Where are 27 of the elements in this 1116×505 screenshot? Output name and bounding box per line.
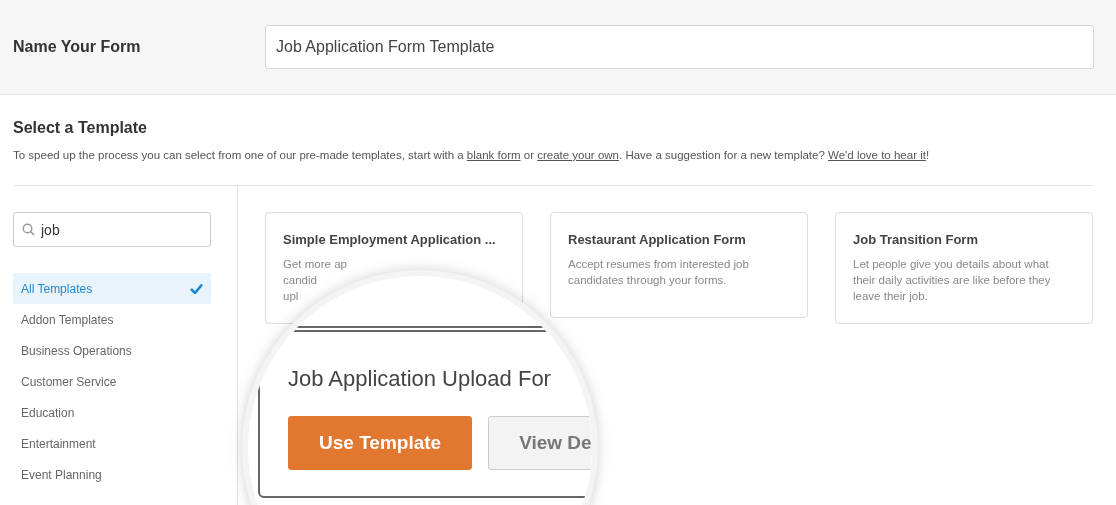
text-link[interactable]: blank form bbox=[466, 149, 521, 161]
category-item[interactable]: Customer Service bbox=[13, 366, 211, 397]
form-name-label: Name Your Form bbox=[13, 38, 142, 56]
template-description: Let people give you details about what their daily activities are like before they leave their job. bbox=[853, 257, 1052, 304]
search-icon bbox=[22, 223, 35, 236]
text-link[interactable]: We'd love to hear it bbox=[828, 149, 926, 161]
category-item[interactable]: Education bbox=[13, 397, 211, 428]
search-field[interactable]: job bbox=[13, 212, 211, 247]
template-title: Job Application Upload For bbox=[288, 366, 552, 392]
template-description: Accept resumes from interested job candidates through your forms. bbox=[568, 257, 750, 288]
category-item[interactable]: All Templates bbox=[13, 273, 211, 304]
category-item[interactable]: Event Planning bbox=[13, 459, 211, 490]
category-item[interactable]: Entertainment bbox=[13, 428, 211, 459]
category-item[interactable]: Addon Templates bbox=[13, 304, 211, 335]
text-link[interactable]: create your own bbox=[537, 149, 619, 161]
template-card[interactable]: Job Transition Form Let people give you details about what their daily activities are like before they leave their job. bbox=[835, 212, 1093, 324]
check-icon bbox=[190, 283, 203, 294]
section-title: Select a Template bbox=[13, 119, 148, 137]
template-card[interactable]: Restaurant Application Form Accept resumes from interested job candidates through your forms. bbox=[550, 212, 808, 318]
view-demo-button[interactable]: View De bbox=[488, 416, 592, 470]
template-title: Simple Employment Application ... bbox=[283, 232, 497, 247]
category-item[interactable]: Business Operations bbox=[13, 335, 211, 366]
section-description: To speed up the process you can select from one of our pre-made templates, start with a blank form or create your own. Have a suggestion for a new template? We'd love to hear it! bbox=[13, 149, 931, 161]
template-description: Get more ap candid upl bbox=[283, 257, 348, 304]
template-title: Restaurant Application Form bbox=[568, 232, 747, 247]
template-title: Job Transition Form bbox=[853, 232, 979, 247]
form-name-field[interactable]: Job Application Form Template bbox=[265, 25, 1094, 69]
